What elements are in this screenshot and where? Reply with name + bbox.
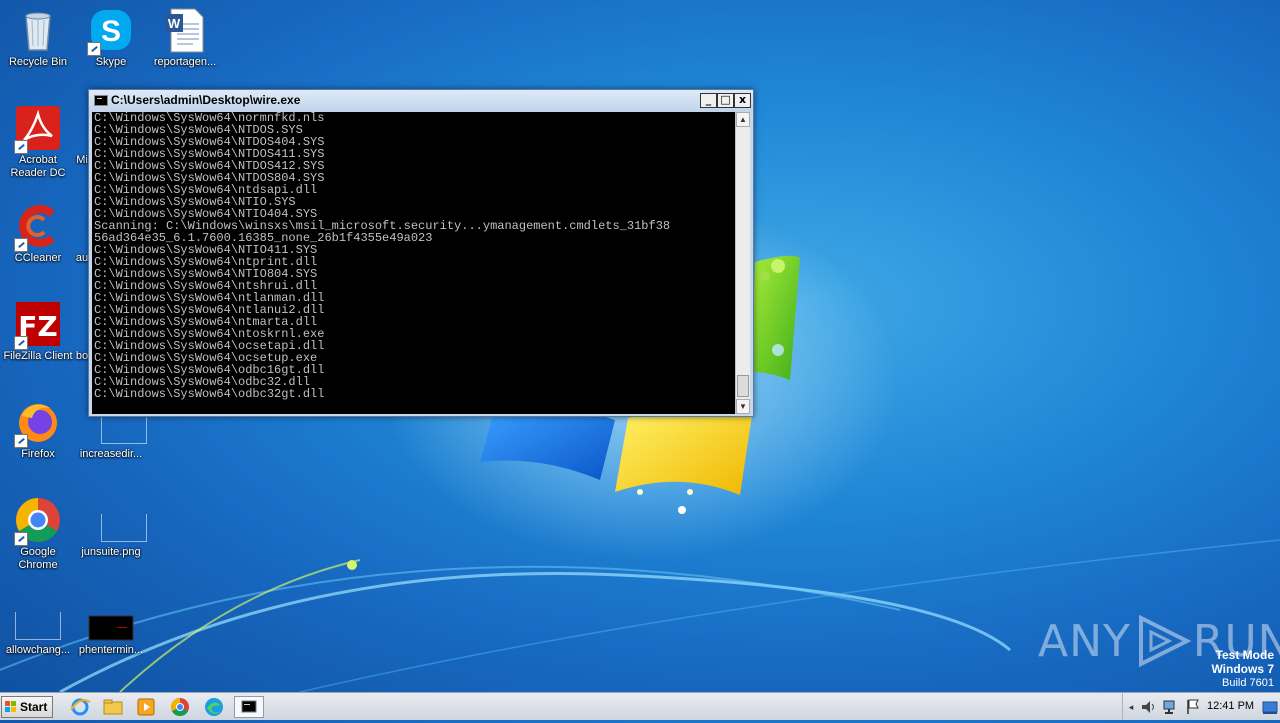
start-label: Start — [20, 700, 48, 714]
desktop-icon-skype[interactable]: S Skype — [73, 6, 149, 69]
network-icon[interactable] — [1161, 696, 1181, 718]
console-app-icon[interactable] — [234, 696, 264, 718]
desktop-icon-label: Skype — [95, 56, 127, 68]
desktop-icon-label: Recycle Bin — [8, 56, 68, 68]
close-button[interactable]: x — [734, 93, 751, 108]
image-file-thumbnail-icon — [101, 514, 147, 542]
desktop-icon-label: increasedir... — [79, 448, 143, 460]
svg-text:S: S — [101, 15, 121, 48]
chrome-icon[interactable] — [168, 696, 192, 718]
scrollbar-thumb[interactable] — [737, 375, 749, 397]
shortcut-arrow-icon — [14, 532, 28, 546]
desktop-icon-chrome[interactable]: Google Chrome — [0, 496, 76, 572]
shortcut-arrow-icon — [14, 434, 28, 448]
show-desktop-icon[interactable] — [1261, 696, 1279, 718]
console-app-icon — [94, 95, 108, 106]
window-title: C:\Users\admin\Desktop\wire.exe — [111, 93, 301, 107]
build-label: Build 7601 — [1222, 677, 1274, 689]
blank-file-thumbnail-icon — [101, 416, 147, 444]
console-thumbnail-icon — [88, 615, 134, 641]
shortcut-arrow-icon — [14, 238, 28, 252]
anyrun-text-left: ANY — [1038, 615, 1131, 667]
desktop-icon-firefox[interactable]: Firefox — [0, 398, 76, 461]
desktop-icon-label: junsuite.png — [81, 546, 141, 558]
action-center-flag-icon[interactable] — [1183, 696, 1203, 718]
desktop-icon-phentermin[interactable]: phentermin... — [73, 594, 149, 657]
desktop-icon-recycle-bin[interactable]: Recycle Bin — [0, 6, 76, 69]
test-mode-notice: Test Mode Windows 7 Build 7601 — [1211, 648, 1274, 690]
minimize-button[interactable]: _ — [700, 93, 717, 108]
desktop-icon-label: phentermin... — [78, 644, 144, 656]
windows-logo-icon — [5, 701, 17, 713]
desktop-icon-report-document[interactable]: W reportagen... — [147, 6, 223, 69]
show-hidden-icons-arrow-icon[interactable]: ◂ — [1125, 696, 1137, 718]
os-version-label: Windows 7 — [1211, 662, 1274, 676]
edge-icon[interactable] — [202, 696, 226, 718]
clock[interactable]: 12:41 PM — [1207, 700, 1254, 712]
start-button[interactable]: Start — [1, 696, 53, 718]
desktop-icon-label: Firefox — [21, 448, 55, 460]
shortcut-arrow-icon — [14, 336, 28, 350]
word-document-icon: W — [165, 8, 204, 53]
console-output[interactable]: C:\Windows\SysWow64\normnfkd.nls C:\Windo… — [92, 112, 735, 414]
desktop-icon-label: reportagen... — [153, 56, 217, 68]
play-logo-icon — [1138, 614, 1192, 668]
blank-file-thumbnail-icon — [15, 612, 61, 640]
window-titlebar[interactable]: C:\Users\admin\Desktop\wire.exe _ □ x — [89, 90, 753, 112]
taskbar: Start ◂ 12:41 PM — [0, 692, 1280, 720]
desktop-icon-label: Google Chrome — [18, 546, 58, 571]
volume-icon[interactable] — [1139, 696, 1159, 718]
vertical-scrollbar[interactable]: ▲ ▼ — [735, 112, 750, 414]
recycle-bin-icon — [25, 12, 51, 51]
desktop-icon-allowchang[interactable]: allowchang... — [0, 594, 76, 657]
maximize-button[interactable]: □ — [717, 93, 734, 108]
scroll-up-arrow-icon[interactable]: ▲ — [736, 112, 750, 127]
console-line: C:\Windows\SysWow64\odbc32gt.dll — [94, 387, 325, 401]
ie-icon[interactable] — [68, 696, 92, 718]
system-tray: ◂ 12:41 PM — [1122, 693, 1280, 720]
explorer-icon[interactable] — [101, 696, 125, 718]
desktop-icon-label: allowchang... — [5, 644, 71, 656]
media-player-icon[interactable] — [134, 696, 158, 718]
test-mode-label: Test Mode — [1215, 648, 1274, 662]
shortcut-arrow-icon — [14, 140, 28, 154]
shortcut-arrow-icon — [87, 42, 101, 56]
console-window[interactable]: C:\Users\admin\Desktop\wire.exe _ □ x C:… — [88, 89, 754, 417]
desktop-icon-junsuite[interactable]: junsuite.png — [73, 496, 149, 559]
svg-text:W: W — [168, 16, 181, 31]
scroll-down-arrow-icon[interactable]: ▼ — [736, 399, 750, 414]
